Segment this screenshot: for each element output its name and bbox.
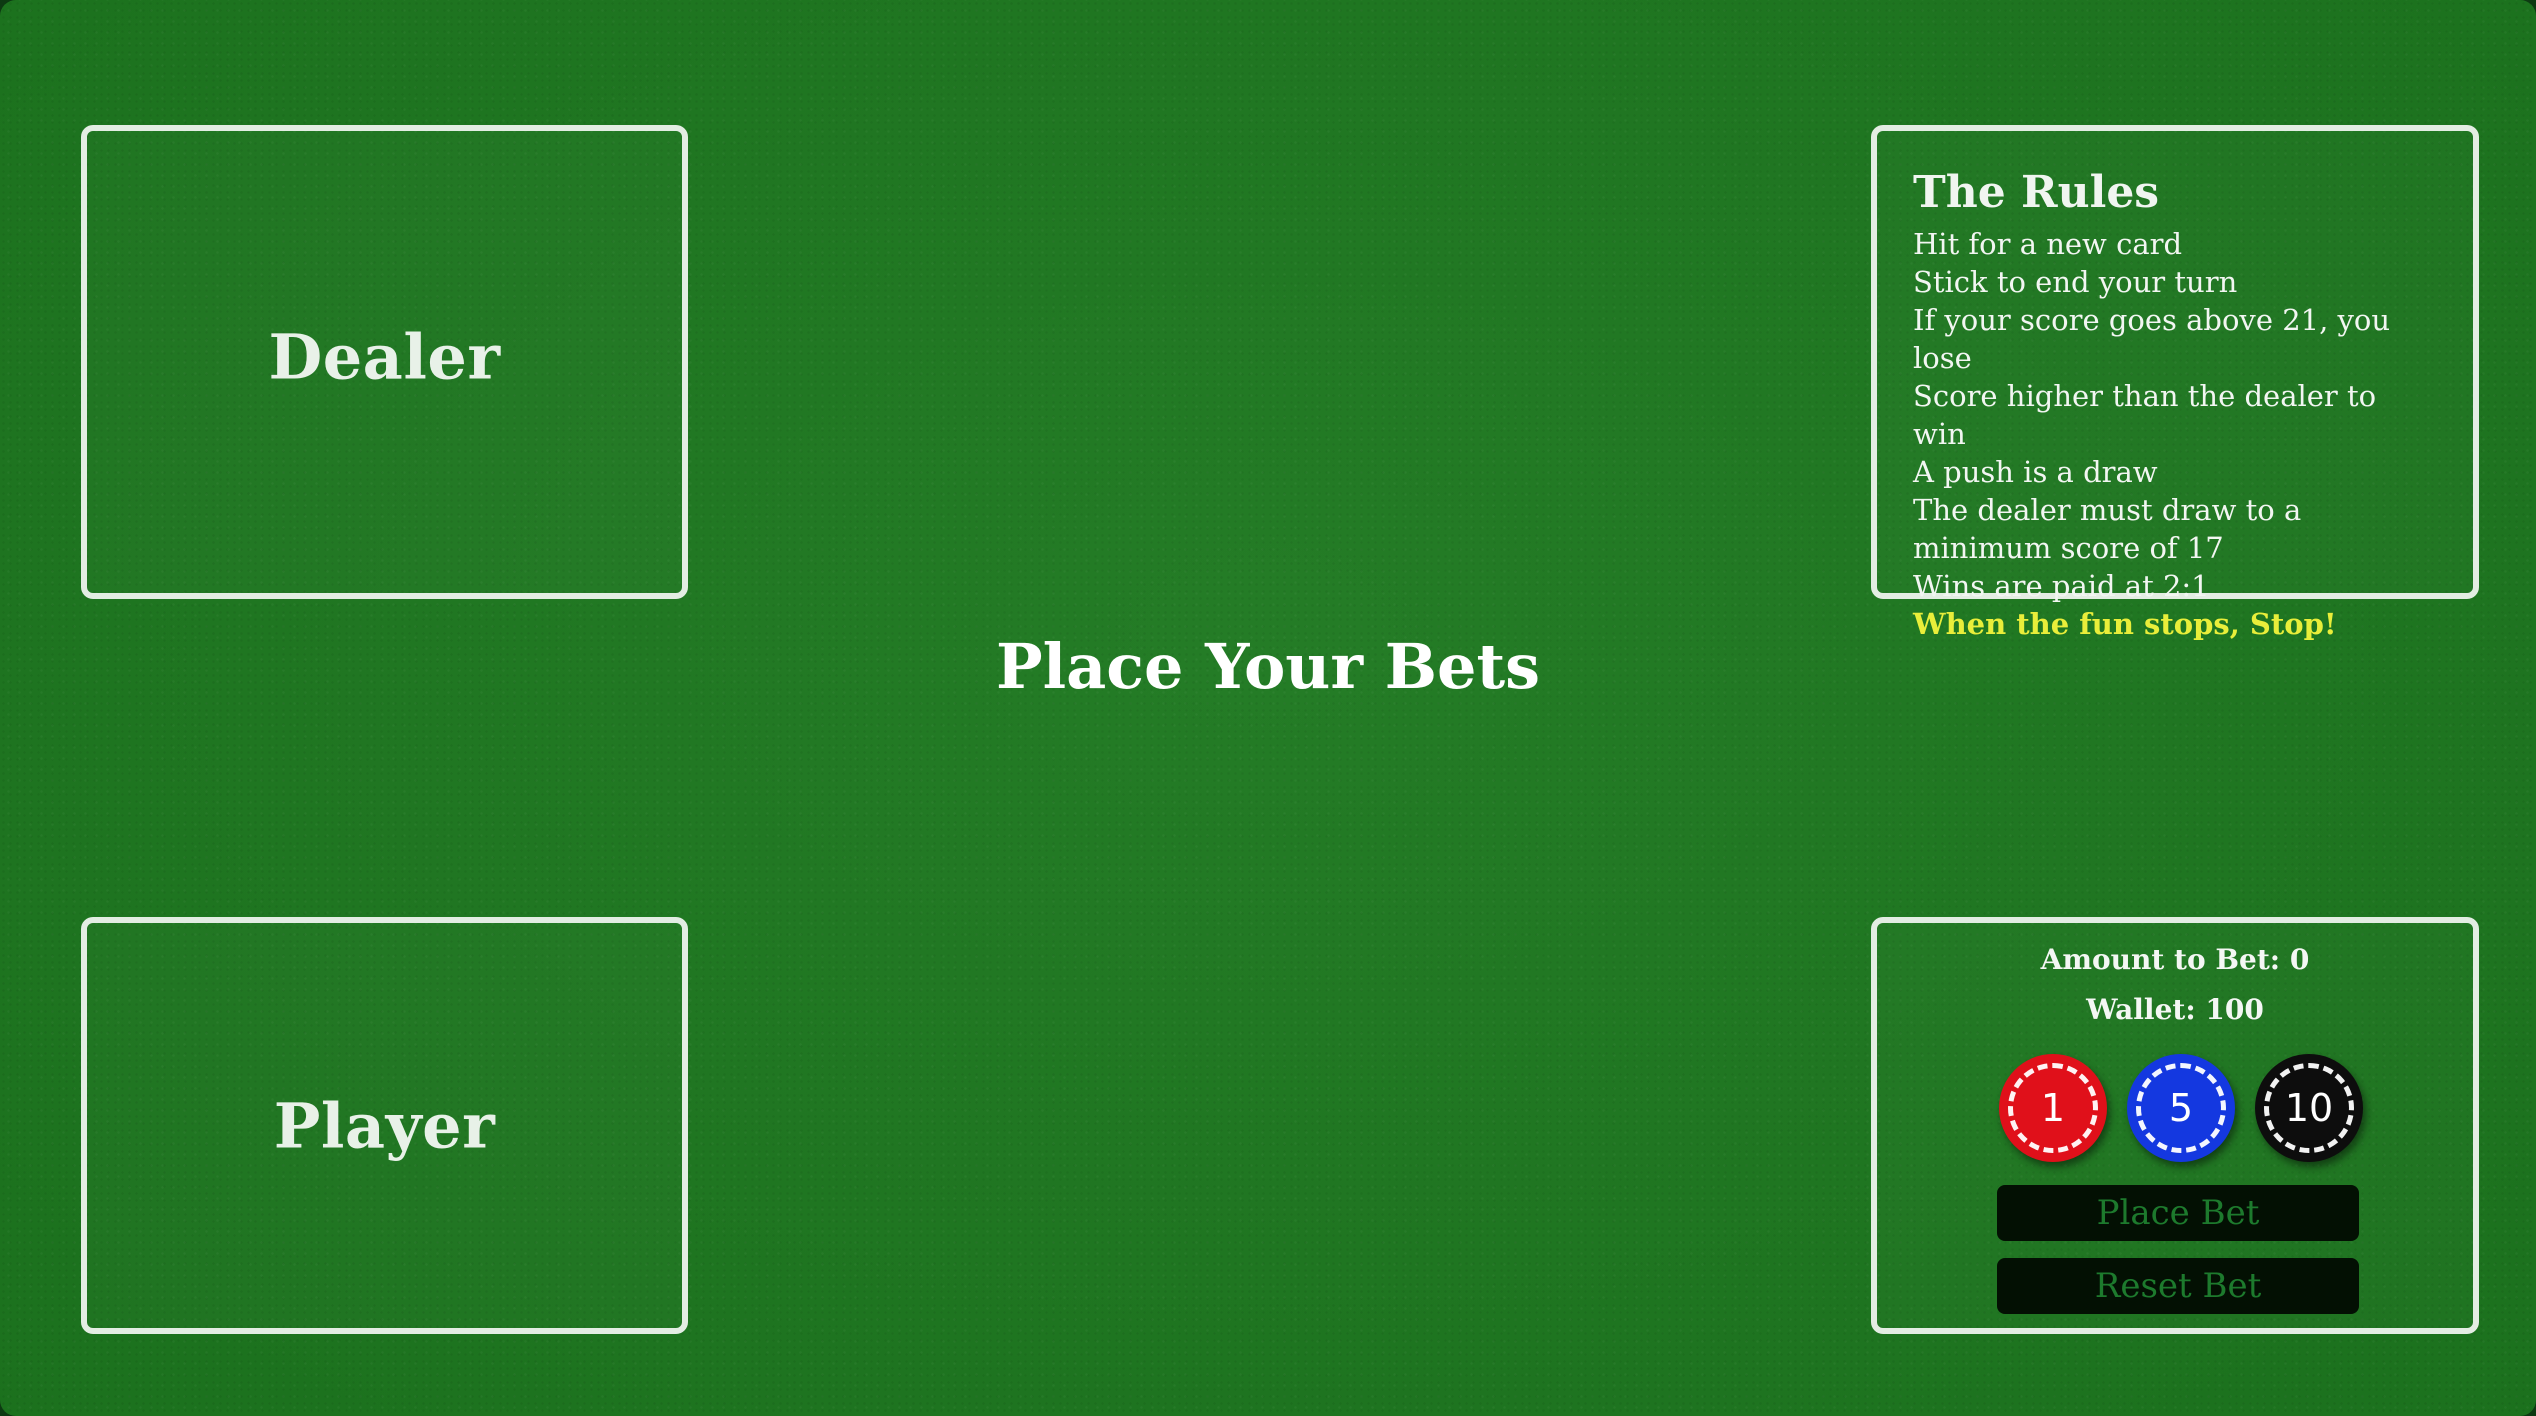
rule-item: Wins are paid at 2:1 (1913, 569, 2210, 603)
rule-item: Hit for a new card (1913, 227, 2183, 261)
wallet-display: Wallet: 100 (2086, 993, 2264, 1026)
rule-item: The dealer must draw to a minimum score … (1913, 493, 2302, 565)
chip-1-button[interactable]: 1 (1999, 1054, 2107, 1162)
chip-tray: 1 5 10 (1877, 1054, 2473, 1164)
rules-panel: The Rules Hit for a new card Stick to en… (1871, 125, 2479, 641)
rule-item: Stick to end your turn (1913, 265, 2238, 299)
player-area: Player (81, 917, 688, 1334)
rule-item: If your score goes above 21, you lose (1913, 303, 2391, 375)
betting-panel: Amount to Bet: 0 Wallet: 100 1 5 10 Plac… (1871, 917, 2479, 1334)
dealer-label: Dealer (268, 320, 501, 394)
rule-item: A push is a draw (1913, 455, 2158, 489)
chip-value-label: 5 (2168, 1086, 2194, 1130)
reset-bet-button[interactable]: Reset Bet (1997, 1258, 2359, 1314)
game-status-message: Place Your Bets (995, 630, 1541, 703)
player-label: Player (273, 1089, 496, 1162)
chip-10-button[interactable]: 10 (2255, 1054, 2363, 1162)
rules-list: Hit for a new card Stick to end your tur… (1913, 225, 2437, 605)
rule-item: Score higher than the dealer to win (1913, 379, 2377, 451)
dealer-area: Dealer (81, 125, 688, 599)
chip-value-label: 10 (2284, 1086, 2334, 1130)
rules-title: The Rules (1913, 167, 2160, 218)
chip-5-button[interactable]: 5 (2127, 1054, 2235, 1162)
game-table: Dealer The Rules Hit for a new card Stic… (0, 0, 2536, 1416)
bet-amount-display: Amount to Bet: 0 (2040, 943, 2310, 976)
place-bet-button[interactable]: Place Bet (1997, 1185, 2359, 1241)
chip-value-label: 1 (2040, 1086, 2066, 1130)
